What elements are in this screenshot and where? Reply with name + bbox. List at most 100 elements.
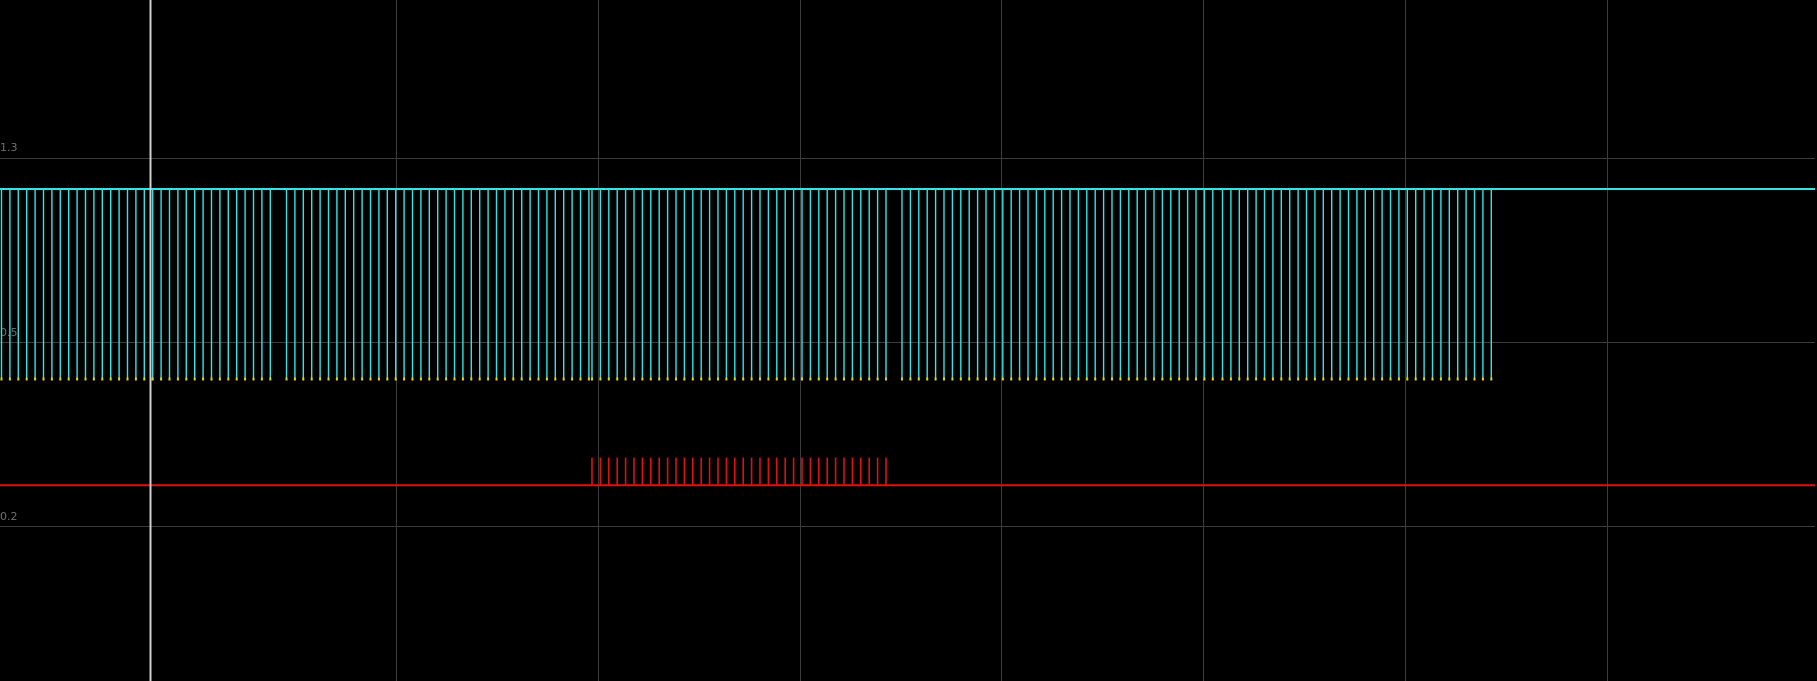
pulse-low-marker	[193, 377, 196, 381]
pulse-low-marker	[470, 377, 473, 381]
pulse-low-marker	[461, 377, 464, 381]
pulse-low-marker	[25, 377, 28, 381]
pulse-low-marker	[1381, 377, 1384, 381]
pulse-low-marker	[1423, 377, 1426, 381]
pulse-low-marker	[1414, 377, 1417, 381]
pulse-low-marker	[985, 377, 987, 381]
pulse-low-marker	[834, 377, 837, 381]
pulse-low-marker	[369, 377, 372, 381]
pulse-low-marker	[126, 377, 129, 381]
pulse-low-marker	[1119, 377, 1122, 381]
pulse-low-marker	[1195, 377, 1197, 381]
pulse-low-marker	[92, 377, 95, 381]
pulse-low-marker	[520, 377, 523, 381]
pulse-low-marker	[901, 377, 903, 381]
pulse-low-marker	[403, 377, 406, 381]
pulse-low-marker	[934, 377, 937, 381]
pulse-low-marker	[1372, 377, 1375, 381]
pulse-low-marker	[453, 377, 456, 381]
pulse-low-marker	[926, 377, 929, 381]
pulse-low-marker	[302, 377, 305, 381]
pulse-low-marker	[1347, 377, 1350, 381]
pulse-low-marker	[252, 377, 255, 381]
pulse-low-marker	[244, 377, 247, 381]
pulse-low-marker	[17, 377, 20, 381]
pulse-low-marker	[759, 377, 761, 381]
pulse-low-marker	[1178, 377, 1181, 381]
pulse-low-marker	[792, 377, 795, 381]
pulse-low-marker	[478, 377, 481, 381]
pulse-low-marker	[411, 377, 414, 381]
pulse-low-marker	[817, 377, 820, 381]
pulse-low-marker	[1161, 377, 1164, 381]
pulse-low-marker	[641, 377, 644, 381]
pulse-low-marker	[951, 377, 954, 381]
pulse-low-marker	[419, 377, 422, 381]
pulse-low-marker	[1271, 377, 1274, 381]
pulse-low-marker	[1052, 377, 1055, 381]
pulse-low-marker	[34, 377, 37, 381]
pulse-low-marker	[624, 377, 627, 381]
pulse-low-marker	[1364, 377, 1367, 381]
pulse-low-marker	[554, 377, 557, 381]
y-tick-label: 1.3	[0, 141, 18, 154]
pulse-low-marker	[725, 377, 728, 381]
pulse-low-marker	[1144, 377, 1147, 381]
pulse-low-marker	[8, 377, 11, 381]
pulse-low-marker	[1069, 377, 1071, 381]
pulse-low-marker	[1397, 377, 1400, 381]
pulse-low-marker	[1153, 377, 1155, 381]
pulse-low-marker	[344, 377, 347, 381]
pulse-low-marker	[1169, 377, 1172, 381]
pulse-low-marker	[503, 377, 506, 381]
pulse-low-marker	[84, 377, 87, 381]
pulse-low-marker	[260, 377, 263, 381]
pulse-low-marker	[750, 377, 753, 381]
waveform-plot[interactable]: 1.3 0.5 0.2	[0, 0, 1817, 681]
pulse-low-marker	[176, 377, 179, 381]
pulse-low-marker	[943, 377, 945, 381]
pulse-low-marker	[1238, 377, 1241, 381]
pulse-low-marker	[733, 377, 736, 381]
pulse-low-marker	[1085, 377, 1088, 381]
pulse-low-marker	[851, 377, 854, 381]
pulse-low-marker	[1456, 377, 1459, 381]
pulse-low-marker	[352, 377, 355, 381]
pulse-low-marker	[993, 377, 996, 381]
pulse-low-marker	[587, 377, 590, 381]
pulse-low-marker	[1389, 377, 1392, 381]
pulse-low-marker	[1322, 377, 1325, 381]
pulse-low-marker	[269, 377, 272, 381]
pulse-low-marker	[1439, 377, 1442, 381]
pulse-low-marker	[1313, 377, 1316, 381]
pulse-low-marker	[1094, 377, 1097, 381]
pulse-low-marker	[717, 377, 719, 381]
pulse-low-marker	[1339, 377, 1342, 381]
pulse-low-marker	[801, 377, 803, 381]
pulse-low-marker	[826, 377, 829, 381]
pulse-low-marker	[42, 377, 45, 381]
pulse-low-marker	[1355, 377, 1358, 381]
pulse-low-marker	[1490, 377, 1493, 381]
pulse-low-marker	[591, 377, 593, 381]
pulse-low-marker	[658, 377, 661, 381]
pulse-low-marker	[775, 377, 778, 381]
pulse-low-marker	[285, 377, 288, 381]
y-tick-label: 0.2	[0, 510, 18, 523]
pulse-low-marker	[143, 377, 146, 381]
pulse-low-marker	[599, 377, 602, 381]
pulse-low-marker	[185, 377, 188, 381]
pulse-low-marker	[1288, 377, 1291, 381]
pulse-low-marker	[968, 377, 971, 381]
pulse-low-marker	[428, 377, 431, 381]
pulse-low-marker	[809, 377, 812, 381]
pulse-low-marker	[1060, 377, 1063, 381]
pulse-low-marker	[235, 377, 238, 381]
pulse-low-marker	[487, 377, 490, 381]
pulse-low-marker	[160, 377, 163, 381]
pulse-low-marker	[616, 377, 619, 381]
pulse-low-marker	[109, 377, 112, 381]
pulse-low-marker	[1246, 377, 1249, 381]
pulse-low-marker	[1448, 377, 1451, 381]
pulse-low-marker	[1221, 377, 1224, 381]
